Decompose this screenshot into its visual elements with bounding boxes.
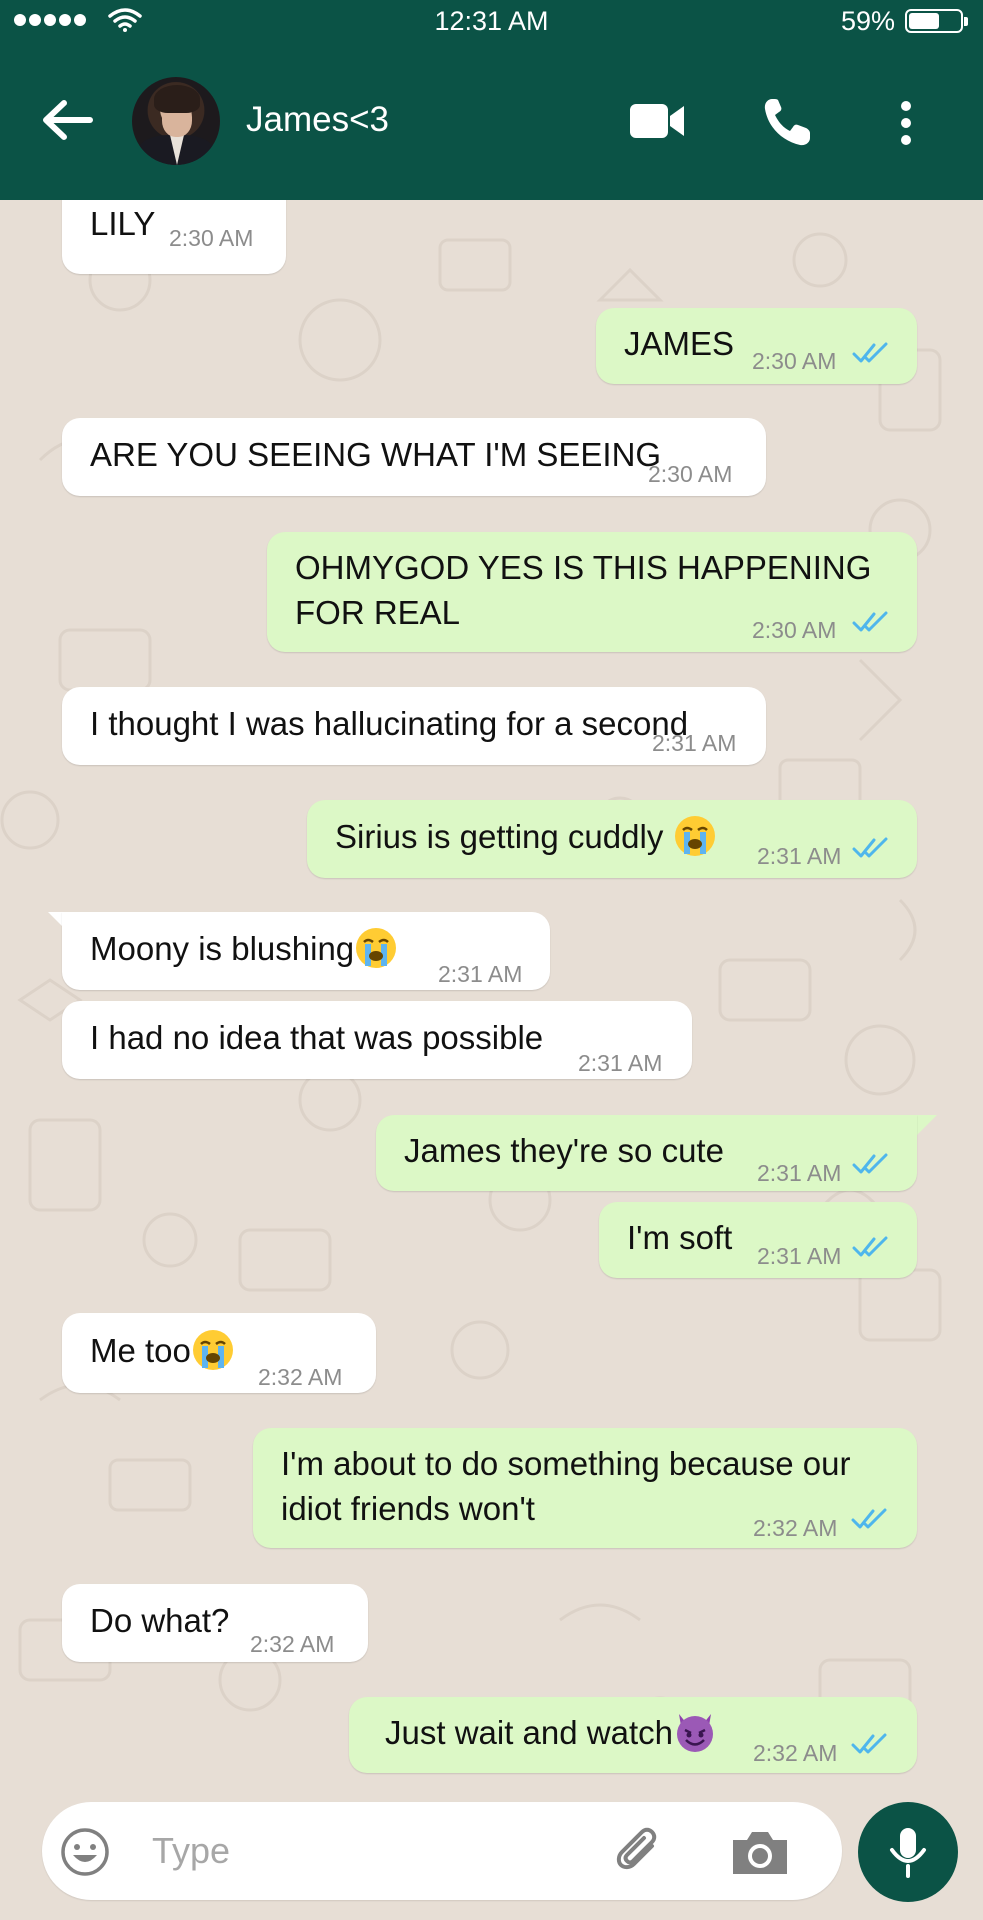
message-content: Sirius is getting cuddly xyxy=(335,815,717,859)
read-receipt-icon xyxy=(852,837,888,858)
message-text: LILY xyxy=(90,205,156,242)
loudly-crying-face-icon xyxy=(674,816,715,857)
message-text: ARE YOU SEEING WHAT I'M SEEING xyxy=(90,436,662,473)
message-outgoing[interactable]: Just wait and watch 2:32 AM xyxy=(349,1697,917,1773)
message-time: 2:30 AM xyxy=(752,617,837,643)
message-incoming[interactable]: I had no idea that was possible 2:31 AM xyxy=(62,1001,692,1079)
camera-icon[interactable] xyxy=(729,1828,791,1878)
message-text-line-1: I'm about to do something because our xyxy=(281,1445,851,1482)
microphone-icon xyxy=(890,1828,926,1878)
message-incoming[interactable]: Moony is blushing 2:31 AM xyxy=(62,912,550,990)
message-content: Moony is blushing xyxy=(90,927,398,971)
message-outgoing[interactable]: I'm soft 2:31 AM xyxy=(599,1202,917,1278)
message-time: 2:32 AM xyxy=(258,1364,343,1390)
video-camera-icon[interactable] xyxy=(628,100,686,142)
loudly-crying-face-icon xyxy=(356,928,397,969)
message-text: Just wait and watch xyxy=(385,1714,673,1751)
message-outgoing[interactable]: I'm about to do something because our id… xyxy=(253,1428,917,1548)
loudly-crying-face-icon xyxy=(192,1330,233,1371)
message-text: Moony is blushing xyxy=(90,930,355,967)
message-time: 2:31 AM xyxy=(757,1160,842,1186)
status-time: 12:31 AM xyxy=(434,6,549,36)
paperclip-icon[interactable] xyxy=(612,1824,668,1880)
message-text: I had no idea that was possible xyxy=(90,1019,544,1056)
phone-icon[interactable] xyxy=(760,95,818,149)
message-content: Me too xyxy=(90,1329,235,1373)
message-time: 2:30 AM xyxy=(648,461,733,487)
message-time: 2:32 AM xyxy=(753,1740,838,1766)
back-arrow-icon[interactable] xyxy=(38,95,98,145)
message-text: James they're so cute xyxy=(404,1132,724,1169)
message-text-line-2: idiot friends won't xyxy=(281,1490,535,1527)
more-vert-icon[interactable] xyxy=(895,98,917,148)
message-text: Me too xyxy=(90,1332,191,1369)
read-receipt-icon xyxy=(851,1733,887,1754)
message-incoming[interactable]: LILY 2:30 AM xyxy=(62,200,286,274)
avatar[interactable] xyxy=(132,77,220,165)
status-bar: 12:31 AM 59% xyxy=(0,0,983,40)
message-time: 2:32 AM xyxy=(753,1515,838,1541)
smiling-face-with-horns-icon xyxy=(676,1714,713,1753)
message-time: 2:31 AM xyxy=(438,961,523,987)
message-incoming[interactable]: ARE YOU SEEING WHAT I'M SEEING 2:30 AM xyxy=(62,418,766,496)
message-outgoing[interactable]: Sirius is getting cuddly 2:31 AM xyxy=(307,800,917,878)
message-time: 2:31 AM xyxy=(757,1243,842,1269)
message-incoming[interactable]: I thought I was hallucinating for a seco… xyxy=(62,687,766,765)
battery-icon xyxy=(905,9,968,33)
message-outgoing[interactable]: JAMES 2:30 AM xyxy=(596,308,917,384)
message-outgoing[interactable]: James they're so cute 2:31 AM xyxy=(376,1115,917,1191)
message-incoming[interactable]: Me too 2:32 AM xyxy=(62,1313,376,1393)
chat-header: James<3 xyxy=(0,40,983,200)
message-text: I'm soft xyxy=(627,1219,733,1256)
message-composer xyxy=(0,1790,983,1920)
chat-area[interactable]: LILY 2:30 AM JAMES 2:30 AM ARE YOU SEEIN… xyxy=(0,200,983,1790)
message-time: 2:30 AM xyxy=(752,348,837,374)
message-incoming[interactable]: Do what? 2:32 AM xyxy=(62,1584,368,1662)
message-text: JAMES xyxy=(624,325,735,362)
message-time: 2:31 AM xyxy=(578,1050,663,1076)
contact-name[interactable]: James<3 xyxy=(246,100,389,140)
read-receipt-icon xyxy=(852,1153,888,1174)
message-time: 2:31 AM xyxy=(652,730,737,756)
message-outgoing[interactable]: OHMYGOD YES IS THIS HAPPENING FOR REAL 2… xyxy=(267,532,917,652)
read-receipt-icon xyxy=(851,1508,887,1529)
message-content: Just wait and watch xyxy=(385,1711,717,1755)
message-time: 2:32 AM xyxy=(250,1631,335,1657)
microphone-button[interactable] xyxy=(858,1802,958,1902)
message-text-line-2: FOR REAL xyxy=(295,594,461,631)
message-input-container[interactable] xyxy=(42,1802,842,1900)
read-receipt-icon xyxy=(852,342,888,363)
message-time: 2:30 AM xyxy=(169,225,254,251)
battery-percentage: 59% xyxy=(840,6,895,36)
message-input[interactable] xyxy=(152,1822,602,1880)
message-text: I thought I was hallucinating for a seco… xyxy=(90,705,689,742)
message-text: Sirius is getting cuddly xyxy=(335,818,664,855)
read-receipt-icon xyxy=(852,611,888,632)
message-text-line-1: OHMYGOD YES IS THIS HAPPENING xyxy=(295,549,872,586)
message-text: Do what? xyxy=(90,1602,230,1639)
emoji-icon[interactable] xyxy=(60,1827,110,1877)
read-receipt-icon xyxy=(852,1236,888,1257)
message-time: 2:31 AM xyxy=(757,843,842,869)
